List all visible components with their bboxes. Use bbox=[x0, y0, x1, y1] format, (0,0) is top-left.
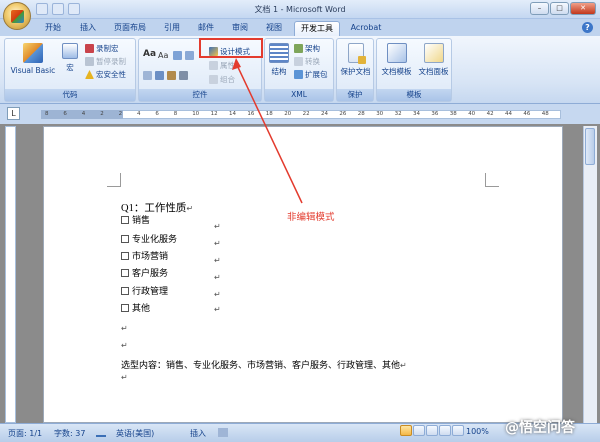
zoom-level[interactable]: 100% bbox=[466, 427, 489, 436]
language[interactable]: 英语(美国) bbox=[116, 428, 154, 439]
page-count[interactable]: 页面: 1/1 bbox=[8, 428, 42, 439]
watermark: @悟空问答 bbox=[505, 420, 575, 436]
office-button[interactable] bbox=[3, 2, 31, 30]
print-layout-icon[interactable] bbox=[400, 425, 412, 436]
web-layout-icon[interactable] bbox=[426, 425, 438, 436]
proofing-icon[interactable] bbox=[96, 428, 106, 437]
outline-icon[interactable] bbox=[439, 425, 451, 436]
draft-icon[interactable] bbox=[452, 425, 464, 436]
vertical-scrollbar[interactable] bbox=[583, 126, 597, 423]
macro-record-icon[interactable] bbox=[218, 428, 228, 437]
annotation-label: 非编辑模式 bbox=[287, 212, 335, 223]
full-screen-reading-icon[interactable] bbox=[413, 425, 425, 436]
word-count[interactable]: 字数: 37 bbox=[54, 428, 85, 439]
insert-mode[interactable]: 插入 bbox=[190, 428, 206, 439]
view-buttons bbox=[400, 425, 464, 436]
office-logo-icon bbox=[11, 10, 24, 23]
scroll-thumb[interactable] bbox=[585, 128, 595, 165]
